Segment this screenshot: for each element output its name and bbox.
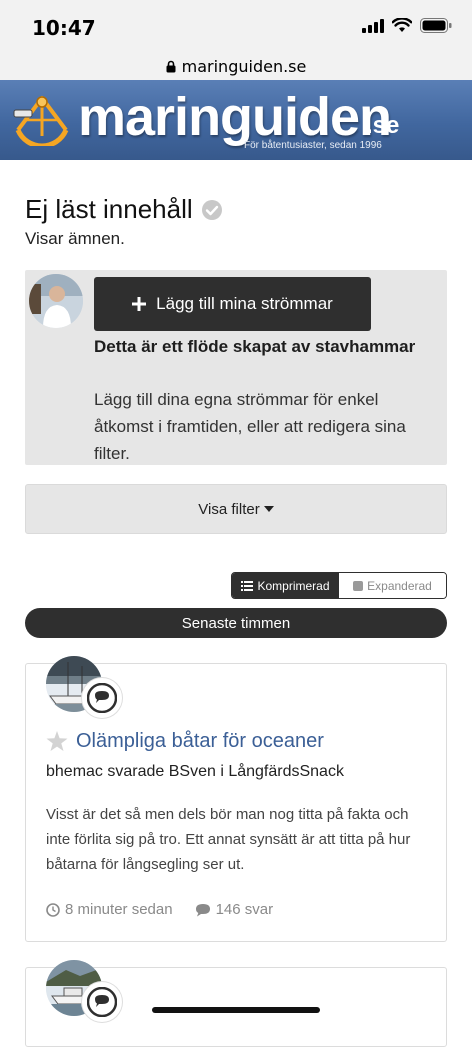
check-circle-icon[interactable] <box>201 199 223 221</box>
signal-icon <box>362 18 384 33</box>
speech-bubble-icon <box>87 987 117 1017</box>
add-streams-button[interactable]: Lägg till mina strömmar <box>94 277 371 331</box>
topic-meta: bhemac svarade BSven i LångfärdsSnack <box>46 763 344 780</box>
stream-heading: Detta är ett flöde skapat av stavhammar <box>94 337 416 356</box>
sextant-logo-icon <box>13 96 69 146</box>
speech-bubble-icon <box>87 683 117 713</box>
plus-icon <box>132 297 147 311</box>
status-icons <box>362 18 452 33</box>
wifi-icon <box>392 18 412 32</box>
time-group-label: Senaste timmen <box>181 614 291 632</box>
user-photo <box>29 274 83 328</box>
stream-info-panel: Lägg till mina strömmar Detta är ett flö… <box>25 270 447 465</box>
site-banner[interactable]: maringuiden .se För båtentusiaster, seda… <box>0 80 472 160</box>
star-icon[interactable] <box>46 731 68 752</box>
view-option-expanded-label: Expanderad <box>367 578 432 593</box>
battery-icon <box>420 18 452 33</box>
comment-icon <box>195 903 210 916</box>
view-option-condensed[interactable]: Komprimerad <box>232 573 339 598</box>
home-indicator[interactable] <box>152 1007 320 1013</box>
topic-replies-text: 146 svar <box>215 901 274 918</box>
view-toggle: Komprimerad Expanderad <box>231 572 447 599</box>
topic-time: 8 minuter sedan <box>46 901 173 918</box>
show-filter-button[interactable]: Visa filter <box>25 484 447 534</box>
page-subtitle: Visar ämnen. <box>25 229 125 248</box>
page-title: Ej läst innehåll <box>25 194 223 225</box>
topic-title-row: Olämpliga båtar för oceaner <box>46 730 324 753</box>
topic-replies[interactable]: 146 svar <box>195 901 274 918</box>
caret-down-icon <box>263 506 274 512</box>
square-icon <box>353 580 364 591</box>
view-option-condensed-label: Komprimerad <box>257 578 330 593</box>
topic-title-link[interactable]: Olämpliga båtar för oceaner <box>76 730 324 753</box>
comment-badge <box>82 678 122 718</box>
stream-description: Lägg till dina egna strömmar för enkel å… <box>94 390 406 463</box>
site-tagline: För båtentusiaster, sedan 1996 <box>244 140 382 151</box>
avatar[interactable] <box>29 274 83 328</box>
show-filter-label: Visa filter <box>198 500 260 518</box>
status-bar: 10:47 <box>0 0 472 52</box>
view-option-expanded[interactable]: Expanderad <box>339 573 446 598</box>
clock-icon <box>46 902 60 917</box>
list-icon <box>241 580 254 591</box>
topic-snippet: Visst är det så men dels bör man nog tit… <box>46 806 411 873</box>
topic-time-text: 8 minuter sedan <box>65 901 173 918</box>
topic-footer: 8 minuter sedan 146 svar <box>46 901 273 918</box>
site-tld: .se <box>366 112 400 139</box>
page-title-text: Ej läst innehåll <box>25 194 193 224</box>
url-text: maringuiden.se <box>181 56 307 76</box>
url-bar[interactable]: maringuiden.se <box>0 52 472 80</box>
site-name: maringuiden <box>78 87 392 147</box>
time-group-header: Senaste timmen <box>25 608 447 638</box>
add-streams-label: Lägg till mina strömmar <box>156 294 333 313</box>
lock-icon <box>166 60 176 72</box>
comment-badge <box>82 982 122 1022</box>
topic-card: Olämpliga båtar för oceaner bhemac svara… <box>25 656 447 942</box>
clock: 10:47 <box>32 16 96 40</box>
